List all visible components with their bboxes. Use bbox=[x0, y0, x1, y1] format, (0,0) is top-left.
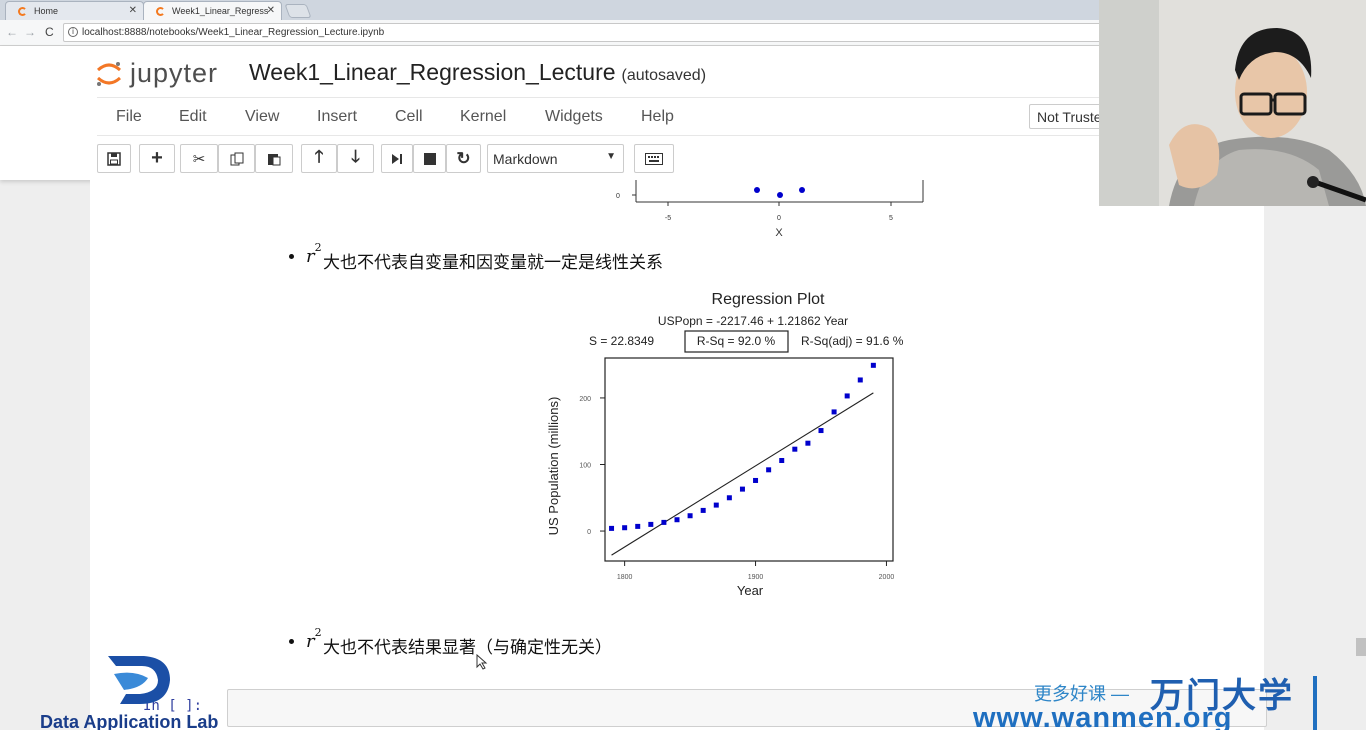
watermark-divider bbox=[1313, 676, 1317, 730]
r-squared-symbol: r2 bbox=[306, 626, 322, 652]
x-tick-label: 2000 bbox=[879, 574, 895, 581]
y-tick-label: 200 bbox=[579, 396, 591, 403]
data-point bbox=[766, 467, 772, 473]
chart-stat-s: S = 22.8349 bbox=[589, 334, 654, 348]
x-tick-label: 1800 bbox=[617, 574, 633, 581]
data-point bbox=[870, 362, 876, 368]
data-point bbox=[700, 507, 706, 513]
data-point bbox=[831, 409, 837, 415]
data-point bbox=[739, 486, 745, 492]
y-tick-label: 100 bbox=[579, 462, 591, 469]
data-point bbox=[622, 525, 628, 531]
screen: Home ✕ Week1_Linear_Regress ✕ ← → C i lo… bbox=[0, 0, 1366, 730]
chart-y-label: US Population (millions) bbox=[546, 397, 561, 536]
webcam-overlay bbox=[1099, 0, 1366, 206]
data-point bbox=[713, 502, 719, 508]
data-point bbox=[818, 428, 824, 434]
x-tick-label: 1900 bbox=[748, 574, 764, 581]
math-r: r bbox=[306, 631, 315, 652]
watermark-url: www.wanmen.org bbox=[973, 702, 1233, 730]
chart-stat-rsq: R-Sq = 92.0 % bbox=[697, 334, 776, 348]
chart-title: Regression Plot bbox=[712, 291, 826, 308]
plot-frame bbox=[604, 357, 894, 562]
data-point bbox=[779, 457, 785, 463]
data-point bbox=[661, 519, 667, 525]
chart-x-label: Year bbox=[737, 583, 764, 598]
watermark-org-text: Data Application Lab bbox=[40, 712, 219, 730]
chart-equation: USPopn = -2217.46 + 1.21862 Year bbox=[658, 314, 848, 328]
data-point bbox=[648, 521, 654, 527]
data-point bbox=[805, 440, 811, 446]
bullet-dot bbox=[289, 639, 294, 644]
data-application-lab-logo-icon bbox=[108, 656, 170, 704]
presenter-video bbox=[1099, 0, 1366, 206]
data-point bbox=[687, 513, 693, 519]
data-point bbox=[674, 517, 680, 523]
data-point bbox=[726, 495, 732, 501]
data-point bbox=[635, 523, 641, 529]
data-point bbox=[792, 446, 798, 452]
y-tick-label: 0 bbox=[587, 529, 591, 536]
page-scrollbar[interactable] bbox=[1356, 638, 1366, 656]
bullet-text: 大也不代表结果显著（与确定性无关） bbox=[323, 638, 612, 657]
math-exponent: 2 bbox=[314, 626, 322, 639]
data-point bbox=[857, 377, 863, 383]
mouse-cursor-icon bbox=[476, 654, 488, 670]
data-point bbox=[609, 525, 615, 531]
chart-stat-rsq-adj: R-Sq(adj) = 91.6 % bbox=[801, 334, 904, 348]
data-point bbox=[844, 393, 850, 399]
data-point bbox=[753, 477, 759, 483]
